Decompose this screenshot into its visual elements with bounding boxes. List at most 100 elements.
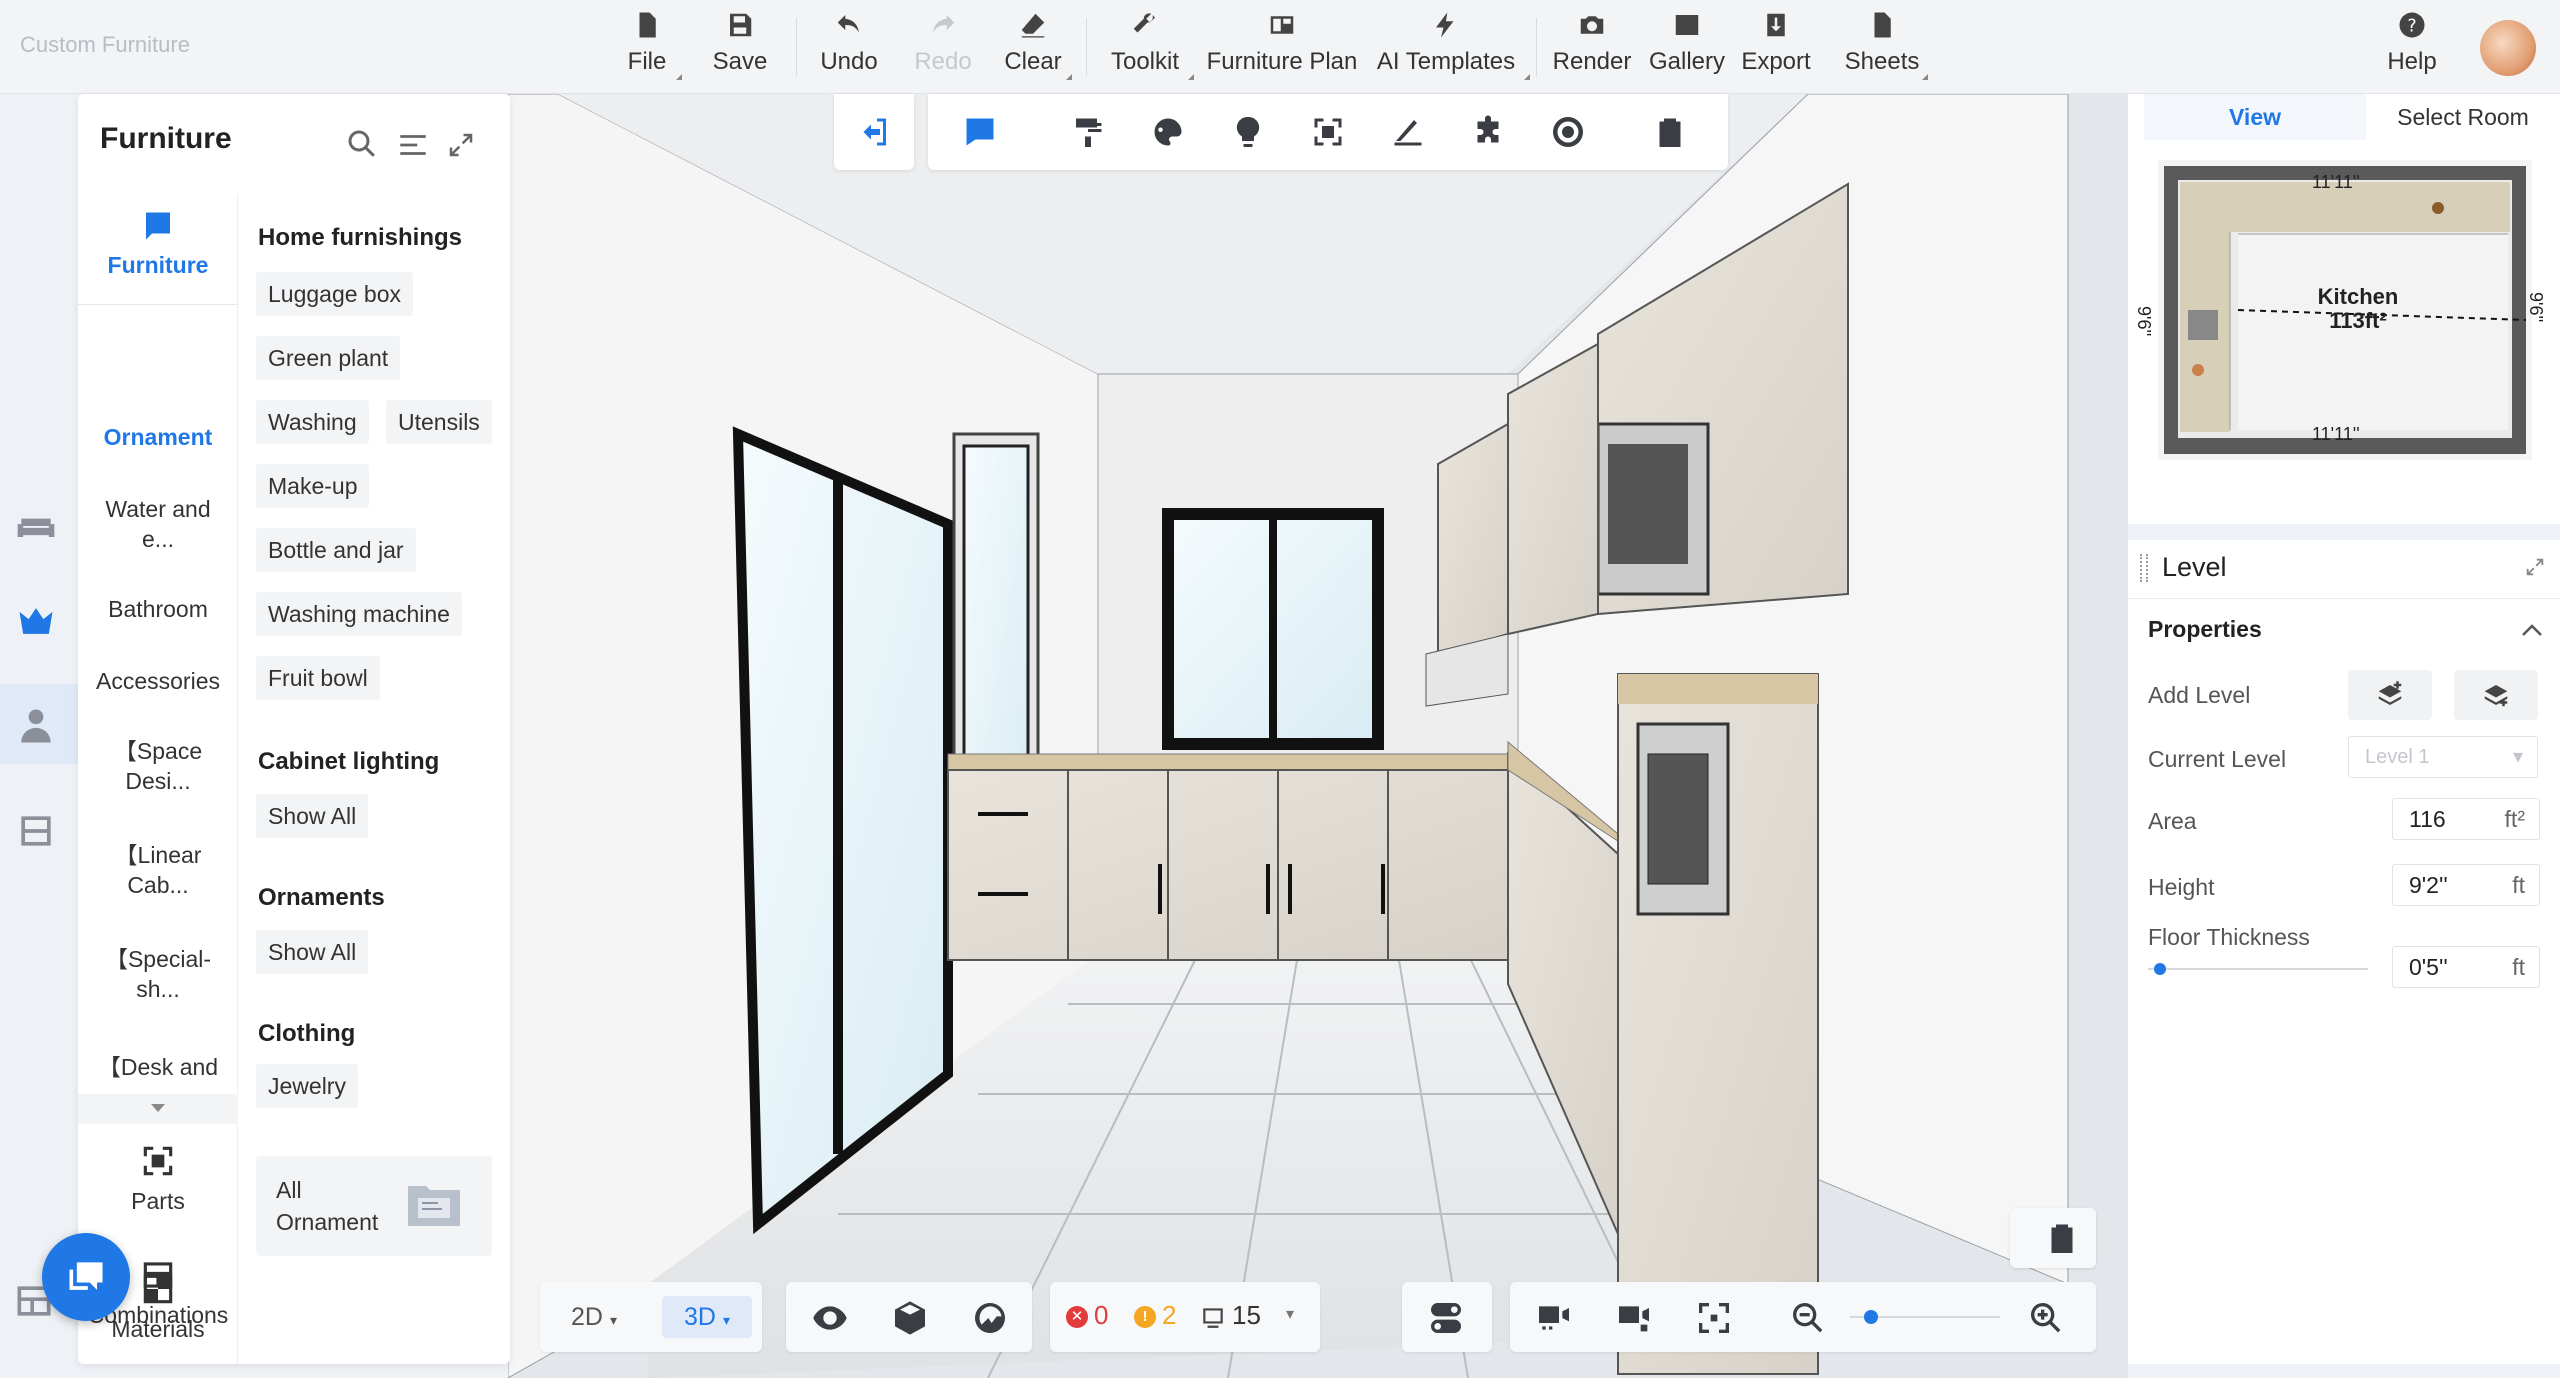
category-water[interactable]: Water and e...: [78, 494, 238, 554]
save-button[interactable]: Save: [712, 10, 768, 86]
category-linear-cabinet[interactable]: 【Linear Cab...: [78, 840, 238, 900]
performance-button[interactable]: [970, 1298, 1010, 1338]
zoom-out-button[interactable]: [1788, 1298, 1828, 1338]
user-icon: [21, 709, 51, 743]
error-icon: ✕: [1066, 1306, 1088, 1328]
angle-icon: [1394, 120, 1422, 146]
category-space-design[interactable]: 【Space Desi...: [78, 736, 238, 796]
file-icon: [639, 12, 656, 38]
chip-bottle-and-jar[interactable]: Bottle and jar: [256, 528, 416, 572]
measure-tool[interactable]: [1390, 114, 1426, 150]
user-avatar[interactable]: [2480, 20, 2536, 76]
ai-templates-button[interactable]: AI Templates: [1372, 10, 1530, 86]
file-button[interactable]: File: [622, 10, 682, 86]
target-tool[interactable]: [1550, 114, 1586, 150]
mode-3d-button[interactable]: 3D ▾: [662, 1296, 752, 1338]
category-desk[interactable]: 【Desk and: [78, 1052, 238, 1082]
status-group[interactable]: ✕ 0 ! 2 15 ▾: [1050, 1282, 1320, 1352]
category-furniture[interactable]: Furniture: [78, 208, 238, 280]
chip-green-plant[interactable]: Green plant: [256, 336, 401, 380]
chip-cabinet-show-all[interactable]: Show All: [256, 794, 369, 838]
light-tool[interactable]: [1230, 114, 1266, 150]
chip-washing[interactable]: Washing: [256, 400, 369, 444]
section-home-furnishings: Home furnishings: [258, 224, 463, 251]
tool-parts[interactable]: Parts: [78, 1142, 238, 1216]
category-bathroom[interactable]: Bathroom: [78, 594, 238, 624]
zoom-in-button[interactable]: [2026, 1298, 2066, 1338]
chip-fruit-bowl[interactable]: Fruit bowl: [256, 656, 380, 700]
cube-icon: [895, 1301, 925, 1335]
camera-switch-button[interactable]: [1534, 1298, 1574, 1338]
camera-settings-button[interactable]: [1614, 1298, 1654, 1338]
plan-tool[interactable]: [962, 114, 998, 150]
chevron-up-icon[interactable]: [2520, 620, 2544, 640]
toggle-settings-button[interactable]: [1426, 1298, 1466, 1338]
rail-crown-button[interactable]: [14, 599, 64, 649]
category-scroll-more[interactable]: [78, 1094, 238, 1124]
current-level-select[interactable]: Level 1 ▾: [2348, 736, 2538, 778]
render-button[interactable]: Render: [1552, 10, 1632, 86]
material-tool[interactable]: [1150, 114, 1186, 150]
add-level-above-button[interactable]: [2348, 670, 2432, 720]
add-level-below-button[interactable]: [2454, 670, 2538, 720]
visibility-button[interactable]: [810, 1298, 850, 1338]
expand-icon[interactable]: [2524, 556, 2546, 578]
chat-support-button[interactable]: [42, 1233, 130, 1321]
mode-2d-button[interactable]: 2D ▾: [554, 1296, 634, 1338]
select-box-tool[interactable]: [1310, 114, 1346, 150]
floor-thickness-input[interactable]: 0'5'' ft: [2392, 946, 2540, 988]
expand-icon[interactable]: [446, 130, 476, 160]
chip-utensils[interactable]: Utensils: [386, 400, 492, 444]
toolkit-button[interactable]: Toolkit: [1106, 10, 1194, 86]
gallery-button[interactable]: Gallery: [1648, 10, 1726, 86]
drag-handle-icon[interactable]: [2140, 554, 2148, 582]
floor-thickness-slider[interactable]: [2148, 963, 2368, 975]
exit-edit-button[interactable]: [834, 94, 914, 170]
help-button[interactable]: ? Help: [2382, 10, 2442, 86]
furniture-plan-button[interactable]: Furniture Plan: [1204, 10, 1360, 86]
cube-view-button[interactable]: [890, 1298, 930, 1338]
sheets-button[interactable]: Sheets: [1845, 10, 1928, 86]
camera-swap-icon: [1539, 1306, 1569, 1330]
clipboard-floating-button[interactable]: [2010, 1208, 2096, 1268]
zoom-slider[interactable]: [1850, 1310, 2000, 1324]
tab-select-room[interactable]: Select Room: [2366, 94, 2560, 140]
rail-sofa-button[interactable]: [14, 504, 64, 554]
zoom-in-icon: [2031, 1303, 2061, 1333]
height-input[interactable]: 9'2'' ft: [2392, 864, 2540, 906]
plugin-tool[interactable]: [1470, 114, 1506, 150]
fit-view-button[interactable]: [1694, 1298, 1734, 1338]
chip-jewelry[interactable]: Jewelry: [256, 1064, 358, 1108]
all-ornament-card[interactable]: All Ornament: [256, 1156, 492, 1256]
tab-view[interactable]: View: [2144, 94, 2366, 140]
category-accessories[interactable]: Accessories: [78, 666, 238, 696]
search-icon[interactable]: [344, 126, 380, 162]
sheets-icon: [1874, 12, 1891, 38]
rail-cabinet-button[interactable]: [14, 809, 64, 859]
export-button[interactable]: Export: [1740, 10, 1812, 86]
clear-button[interactable]: Clear: [1004, 10, 1072, 86]
toggle-icon: [1431, 1303, 1461, 1333]
paint-tool[interactable]: [1070, 114, 1106, 150]
undo-button[interactable]: Undo: [818, 10, 880, 86]
chip-washing-machine[interactable]: Washing machine: [256, 592, 462, 636]
rail-user-button[interactable]: [14, 704, 64, 754]
3d-viewport[interactable]: [508, 94, 2128, 1378]
paint-roller-icon: [1076, 118, 1102, 147]
category-ornament[interactable]: Ornament: [78, 422, 238, 452]
minimap-dim-left: 9'6'': [2134, 306, 2154, 337]
cabinet-icon: [21, 816, 51, 846]
clipboard-tool[interactable]: [1652, 114, 1688, 150]
area-input[interactable]: 116 ft²: [2392, 798, 2540, 840]
slider-handle[interactable]: [1863, 1310, 1878, 1324]
slider-handle[interactable]: [2154, 963, 2167, 975]
chat-icon: [69, 1262, 103, 1290]
gauge-icon: [974, 1303, 1005, 1333]
category-special-shaped[interactable]: 【Special-sh...: [78, 944, 238, 1004]
filter-list-icon[interactable]: [396, 128, 430, 162]
chip-luggage-box[interactable]: Luggage box: [256, 272, 414, 316]
chip-ornaments-show-all[interactable]: Show All: [256, 930, 369, 974]
panel-title: Furniture: [100, 122, 232, 155]
chip-make-up[interactable]: Make-up: [256, 464, 370, 508]
redo-button[interactable]: Redo: [914, 10, 972, 86]
